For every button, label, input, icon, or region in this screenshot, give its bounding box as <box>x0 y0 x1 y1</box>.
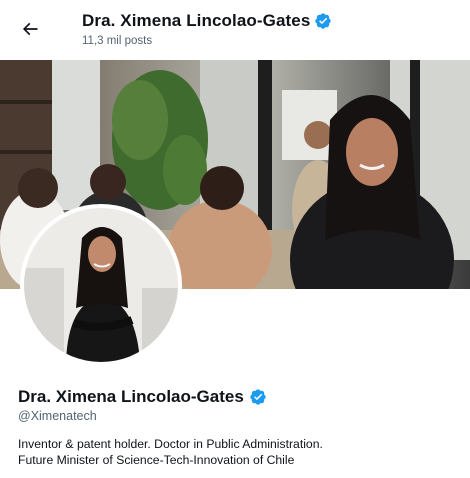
back-button[interactable] <box>14 13 46 45</box>
profile-display-name: Dra. Ximena Lincolao-Gates <box>18 387 244 406</box>
arrow-left-icon <box>22 22 38 36</box>
avatar-image <box>24 208 178 362</box>
profile-name-row: Dra. Ximena Lincolao-Gates <box>18 387 267 407</box>
posts-count: 11,3 mil posts <box>82 35 153 47</box>
bio-line-1: Inventor & patent holder. Doctor in Publ… <box>18 437 323 451</box>
header-name-row: Dra. Ximena Lincolao-Gates <box>82 11 332 31</box>
avatar-photo <box>24 208 178 362</box>
header-display-name: Dra. Ximena Lincolao-Gates <box>82 11 311 30</box>
profile-bio: Inventor & patent holder. Doctor in Publ… <box>18 436 323 468</box>
verified-badge-icon[interactable] <box>249 388 267 406</box>
profile-handle: @Ximenatech <box>18 409 97 423</box>
avatar[interactable] <box>20 204 182 366</box>
bio-line-2: Future Minister of Science-Tech-Innovati… <box>18 453 295 467</box>
verified-badge-icon <box>315 13 332 29</box>
top-bar: Dra. Ximena Lincolao-Gates 11,3 mil post… <box>0 0 470 60</box>
